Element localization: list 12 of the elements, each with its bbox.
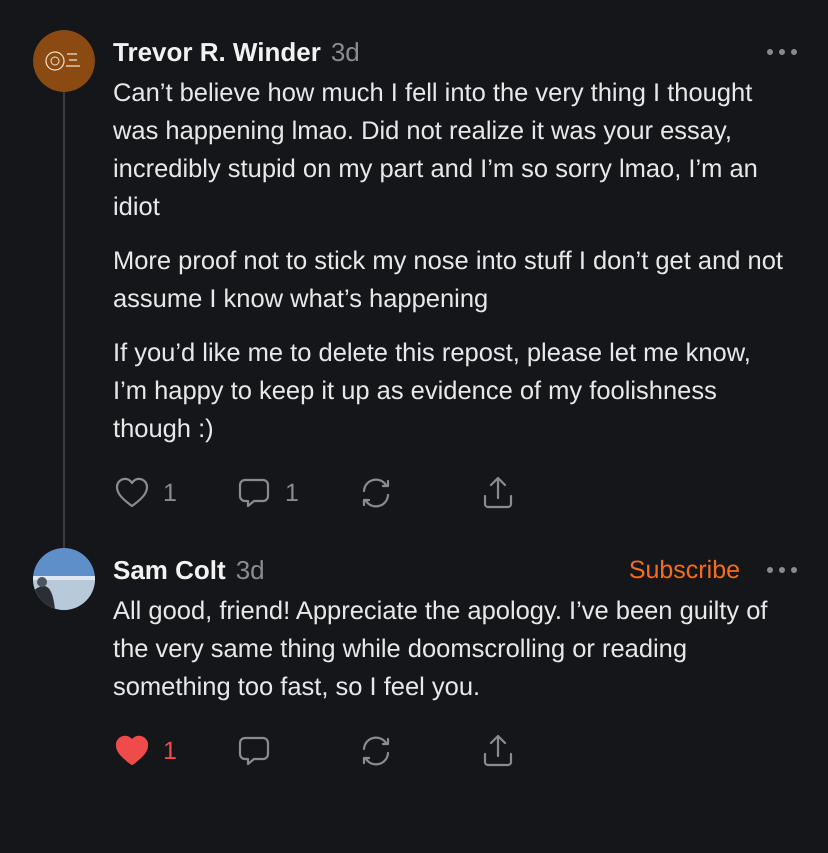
comment-text: All good, friend! Appreciate the apology. I’ve been guilty of the very same thing while doomscrolling or reading something too fast, so I feel you. xyxy=(113,596,768,703)
comment-text: More proof not to stick my nose into stuff I don’t get and not assume I know what’s happening xyxy=(113,246,784,315)
timestamp: 3d xyxy=(330,36,360,68)
like-button[interactable]: 1 xyxy=(113,732,185,770)
comment-text: If you’d like me to delete this repost, please let me know, I’m happy to keep it up as evidence of my foolishness though :) xyxy=(113,338,752,445)
reply-button[interactable]: 1 xyxy=(235,474,307,512)
subscribe-link[interactable]: Subscribe xyxy=(628,556,740,584)
author-name[interactable]: Sam Colt xyxy=(113,554,226,586)
comment-text: Can’t believe how much I fell into the very thing I thought was happening lmao. Did not realize it was your essay, incredibly stupid on my part and I’m so sorry lmao, I’m an idiot xyxy=(113,78,759,223)
like-button[interactable]: 1 xyxy=(113,474,185,512)
author-name[interactable]: Trevor R. Winder xyxy=(113,36,321,68)
timestamp: 3d xyxy=(236,554,265,586)
